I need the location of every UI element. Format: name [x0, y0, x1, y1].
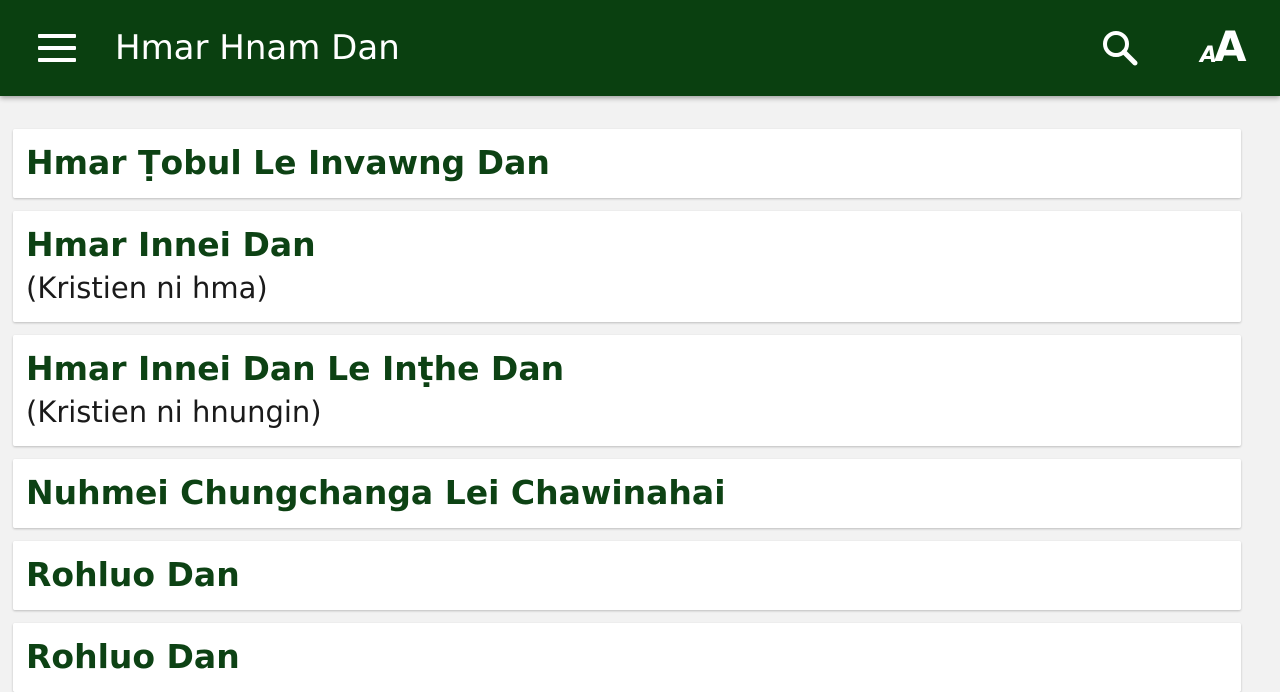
list-item[interactable]: Rohluo Dan — [13, 623, 1241, 692]
font-size-button[interactable]: A A — [1190, 18, 1256, 78]
list-item[interactable]: Nuhmei Chungchanga Lei Chawinahai — [13, 459, 1241, 528]
topic-list: Hmar Ṭobul Le Invawng Dan Hmar Innei Dan… — [0, 96, 1280, 692]
list-item-title: Hmar Innei Dan Le Inṭhe Dan — [26, 349, 565, 388]
hamburger-menu-icon — [38, 34, 76, 38]
list-item[interactable]: Rohluo Dan — [13, 541, 1241, 610]
list-item-subtitle: (Kristien ni hnungin) — [26, 395, 322, 429]
list-item[interactable]: Hmar Ṭobul Le Invawng Dan — [13, 129, 1241, 198]
hamburger-menu-icon-bar — [38, 58, 76, 62]
list-item-title: Rohluo Dan — [26, 555, 240, 594]
list-item[interactable]: Hmar Innei Dan (Kristien ni hma) — [13, 211, 1241, 322]
list-item-subtitle: (Kristien ni hma) — [26, 271, 268, 305]
search-button[interactable] — [1092, 20, 1148, 76]
list-item-title: Nuhmei Chungchanga Lei Chawinahai — [26, 473, 726, 512]
list-item-title: Hmar Ṭobul Le Invawng Dan — [26, 143, 550, 182]
font-size-icon-large: A — [1214, 22, 1247, 71]
search-icon — [1103, 31, 1138, 66]
hamburger-menu-icon-bar — [38, 46, 76, 50]
app-title: Hmar Hnam Dan — [115, 28, 400, 68]
list-item[interactable]: Hmar Innei Dan Le Inṭhe Dan (Kristien ni… — [13, 335, 1241, 446]
list-item-title: Rohluo Dan — [26, 637, 240, 676]
menu-button[interactable] — [20, 20, 92, 76]
list-item-title: Hmar Innei Dan — [26, 225, 316, 264]
app-bar: Hmar Hnam Dan A A — [0, 0, 1280, 96]
